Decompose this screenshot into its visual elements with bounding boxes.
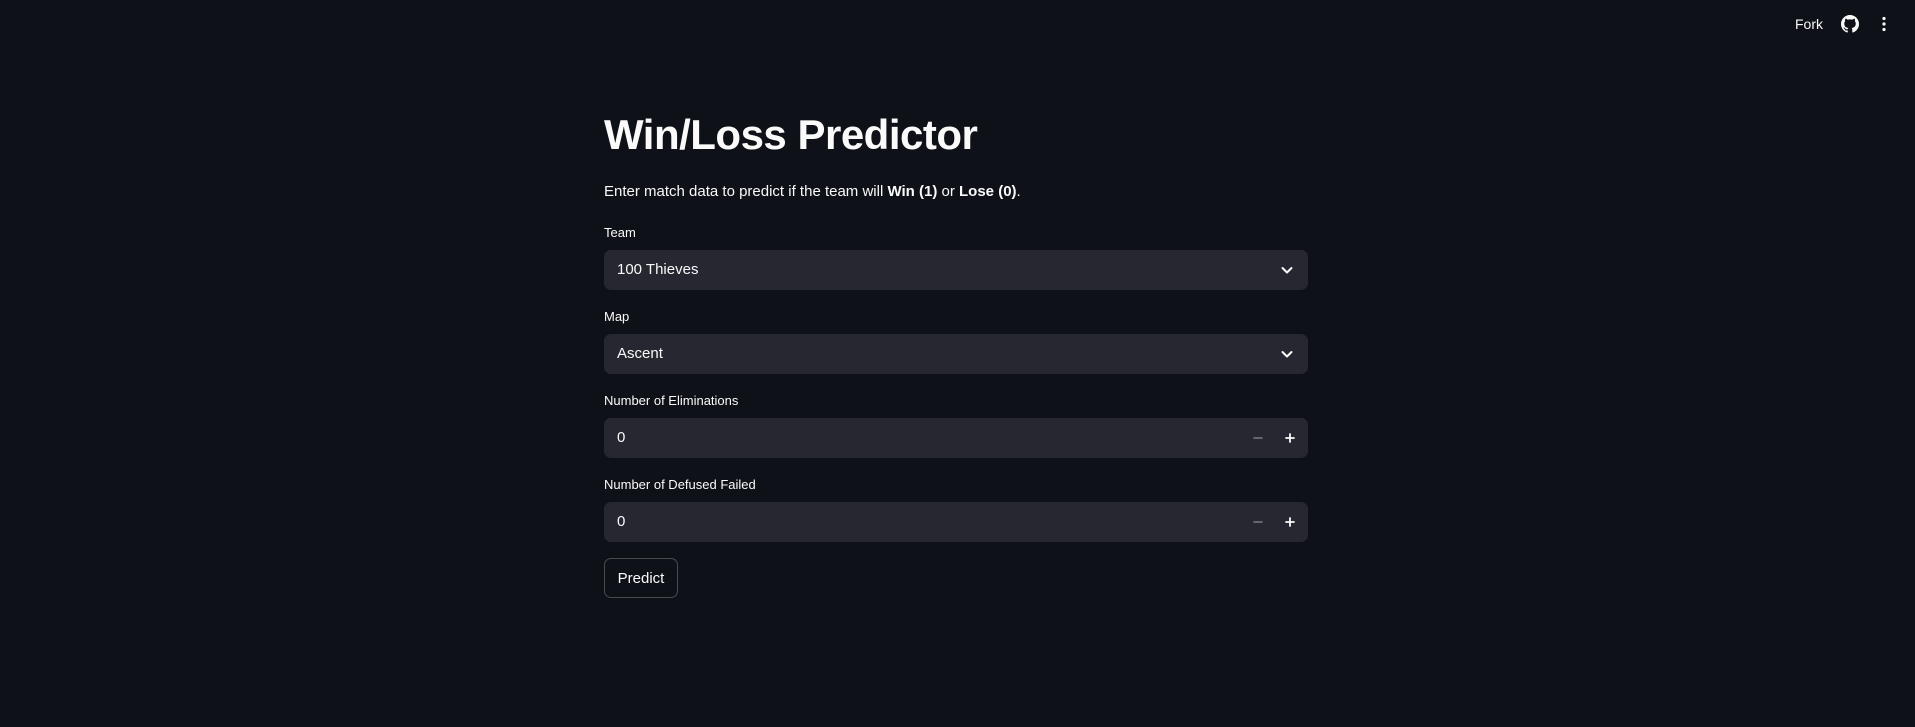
- defused-failed-value[interactable]: 0: [617, 513, 625, 530]
- defused-failed-decrement-button[interactable]: [1242, 502, 1274, 542]
- fork-link[interactable]: Fork: [1795, 16, 1823, 32]
- defused-failed-input[interactable]: 0: [604, 502, 1308, 542]
- team-select-value: 100 Thieves: [617, 261, 699, 278]
- plus-icon: [1285, 517, 1295, 527]
- defused-failed-label: Number of Defused Failed: [604, 477, 756, 492]
- lose-text: Lose (0): [959, 183, 1017, 200]
- github-icon[interactable]: [1841, 15, 1859, 33]
- more-vertical-icon[interactable]: [1875, 15, 1893, 33]
- predict-button[interactable]: Predict: [604, 558, 678, 598]
- eliminations-label: Number of Eliminations: [604, 393, 739, 408]
- team-select[interactable]: 100 Thieves: [604, 250, 1308, 290]
- eliminations-decrement-button[interactable]: [1242, 418, 1274, 458]
- map-select[interactable]: Ascent: [604, 334, 1308, 374]
- eliminations-input[interactable]: 0: [604, 418, 1308, 458]
- chevron-down-icon: [1281, 351, 1293, 358]
- description-suffix: .: [1016, 183, 1021, 200]
- eliminations-value[interactable]: 0: [617, 429, 625, 446]
- minus-icon: [1253, 521, 1263, 523]
- description-prefix: Enter match data to predict if the team …: [604, 183, 888, 200]
- minus-icon: [1253, 437, 1263, 439]
- eliminations-increment-button[interactable]: [1274, 418, 1306, 458]
- plus-icon: [1285, 433, 1295, 443]
- chevron-down-icon: [1281, 267, 1293, 274]
- map-label: Map: [604, 309, 630, 324]
- defused-failed-increment-button[interactable]: [1274, 502, 1306, 542]
- team-label: Team: [604, 225, 636, 240]
- win-text: Win (1): [887, 183, 938, 200]
- page-title: Win/Loss Predictor: [604, 111, 978, 158]
- top-toolbar: Fork: [0, 0, 1915, 50]
- map-select-value: Ascent: [617, 345, 663, 362]
- page-description: Enter match data to predict if the team …: [604, 183, 1021, 200]
- description-middle: or: [937, 183, 960, 200]
